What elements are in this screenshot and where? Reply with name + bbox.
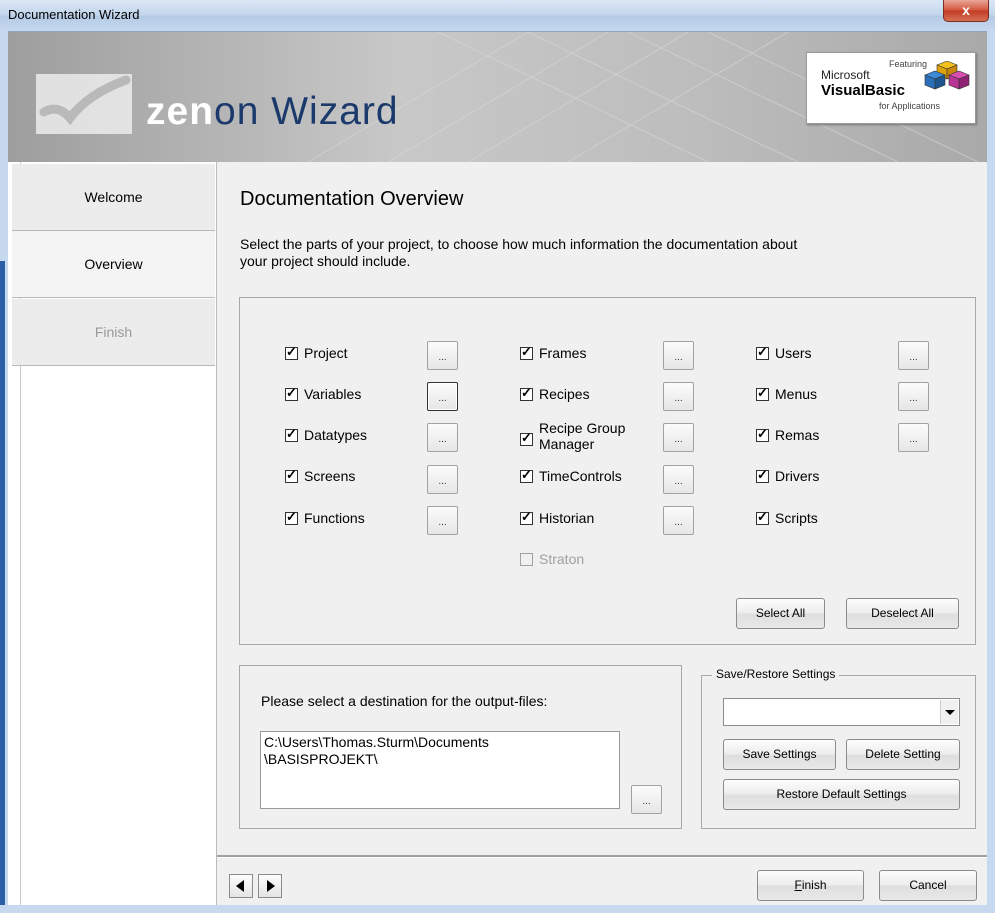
checkbox-icon <box>520 430 533 446</box>
wizard-banner: zenon Wizard Featuring Microsoft VisualB… <box>8 32 987 162</box>
checkbox-icon <box>285 344 298 360</box>
recipes-options-button[interactable]: ... <box>663 382 694 411</box>
project-options-button[interactable]: ... <box>427 341 458 370</box>
variables-options-button[interactable]: ... <box>427 382 458 411</box>
historian-options-button[interactable]: ... <box>663 506 694 535</box>
chevron-down-icon[interactable] <box>940 700 958 724</box>
checkbox-icon <box>756 385 769 401</box>
checkbox-icon <box>756 467 769 483</box>
page-title: Documentation Overview <box>240 188 464 210</box>
nav-item-finish: Finish <box>12 299 215 366</box>
window-frame-bottom <box>0 905 995 913</box>
vba-badge: Featuring Microsoft VisualBasic for Appl… <box>806 52 976 124</box>
delete-setting-button[interactable]: Delete Setting <box>846 739 960 770</box>
browse-output-button[interactable]: ... <box>631 785 662 814</box>
window-title: Documentation Wizard <box>8 7 140 22</box>
checkbox-icon <box>285 385 298 401</box>
checkbox-icon <box>520 385 533 401</box>
nav-item-welcome[interactable]: Welcome <box>12 164 215 231</box>
menus-options-button[interactable]: ... <box>898 382 929 411</box>
window-frame-left <box>0 31 8 913</box>
checkbox-icon <box>756 344 769 360</box>
recipe-group-manager-options-button[interactable]: ... <box>663 423 694 452</box>
checkbox-icon <box>756 509 769 525</box>
functions-options-button[interactable]: ... <box>427 506 458 535</box>
vba-cubes-icon <box>924 61 970 90</box>
datatypes-options-button[interactable]: ... <box>427 423 458 452</box>
nav-item-overview[interactable]: Overview <box>12 231 215 298</box>
previous-page-button[interactable] <box>229 874 253 898</box>
deselect-all-button[interactable]: Deselect All <box>846 598 959 629</box>
frames-options-button[interactable]: ... <box>663 341 694 370</box>
close-button[interactable]: x <box>943 0 989 22</box>
checkbox-icon <box>285 509 298 525</box>
timecontrols-options-button[interactable]: ... <box>663 465 694 494</box>
restore-default-settings-button[interactable]: Restore Default Settings <box>723 779 960 810</box>
zenon-wizard-title: zenon Wizard <box>146 90 399 133</box>
screens-options-button[interactable]: ... <box>427 465 458 494</box>
checkbox-icon <box>520 467 533 483</box>
output-destination-label: Please select a destination for the outp… <box>261 693 548 709</box>
checkbox-icon <box>285 426 298 442</box>
remas-options-button[interactable]: ... <box>898 423 929 452</box>
checkbox-icon <box>285 467 298 483</box>
finish-button[interactable]: Finish <box>757 870 864 901</box>
documentation-wizard-window: Documentation Wizard x zenon Wizard Feat… <box>0 0 995 913</box>
select-all-button[interactable]: Select All <box>736 598 825 629</box>
output-path-field[interactable]: C:\Users\Thomas.Sturm\Documents \BASISPR… <box>260 731 620 809</box>
save-restore-settings-legend: Save/Restore Settings <box>712 667 840 681</box>
checkbox-icon <box>756 426 769 442</box>
footer-divider <box>217 855 987 858</box>
cancel-button[interactable]: Cancel <box>879 870 977 901</box>
settings-select[interactable] <box>723 698 960 726</box>
next-page-button[interactable] <box>258 874 282 898</box>
checkbox-icon <box>520 344 533 360</box>
users-options-button[interactable]: ... <box>898 341 929 370</box>
page-description: Select the parts of your project, to cho… <box>240 236 798 269</box>
title-bar[interactable]: Documentation Wizard x <box>0 0 995 32</box>
checkbox-icon <box>520 553 533 566</box>
window-frame-right <box>987 31 995 913</box>
save-settings-button[interactable]: Save Settings <box>723 739 836 770</box>
zenon-logo-icon <box>36 74 132 134</box>
checkbox-icon <box>520 509 533 525</box>
